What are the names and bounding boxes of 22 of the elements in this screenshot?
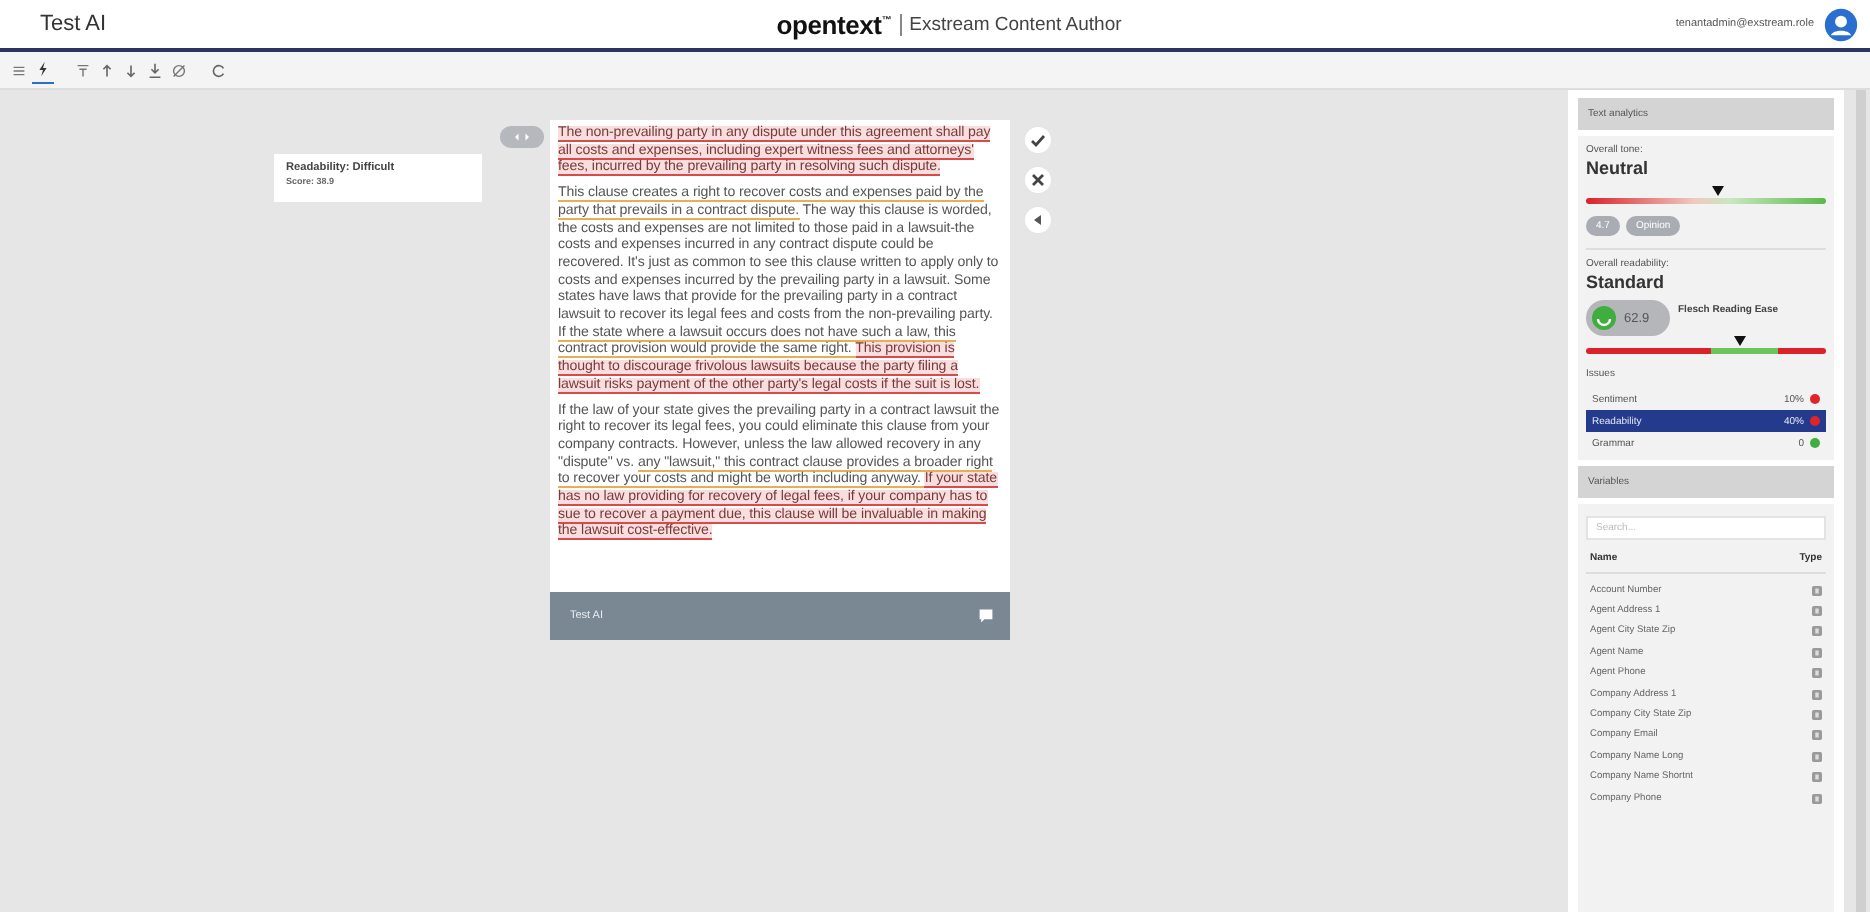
type-icon xyxy=(1812,647,1822,658)
type-icon xyxy=(1812,606,1822,617)
brand-logo: opentext$^{™}$ xyxy=(776,9,892,39)
type-icon xyxy=(1812,626,1822,637)
readability-value: Standard xyxy=(1586,272,1667,292)
type-icon xyxy=(1812,689,1822,700)
product-name: Exstream Content Author xyxy=(899,13,1122,35)
smiley-icon xyxy=(1592,306,1616,330)
tone-value: Neutral xyxy=(1586,158,1651,178)
type-icon xyxy=(1812,710,1822,721)
lightning-icon[interactable] xyxy=(32,56,54,84)
app-title: Test AI xyxy=(40,12,109,36)
type-icon xyxy=(1812,668,1822,679)
avatar-icon[interactable] xyxy=(1824,7,1858,41)
type-icon xyxy=(1812,730,1822,741)
close-icon[interactable] xyxy=(1024,166,1052,194)
type-icon xyxy=(1812,793,1822,804)
type-icon xyxy=(1812,585,1822,596)
check-icon[interactable] xyxy=(1024,126,1052,154)
type-icon xyxy=(1812,751,1822,762)
type-icon xyxy=(1812,772,1822,783)
comment-icon[interactable] xyxy=(978,608,994,624)
